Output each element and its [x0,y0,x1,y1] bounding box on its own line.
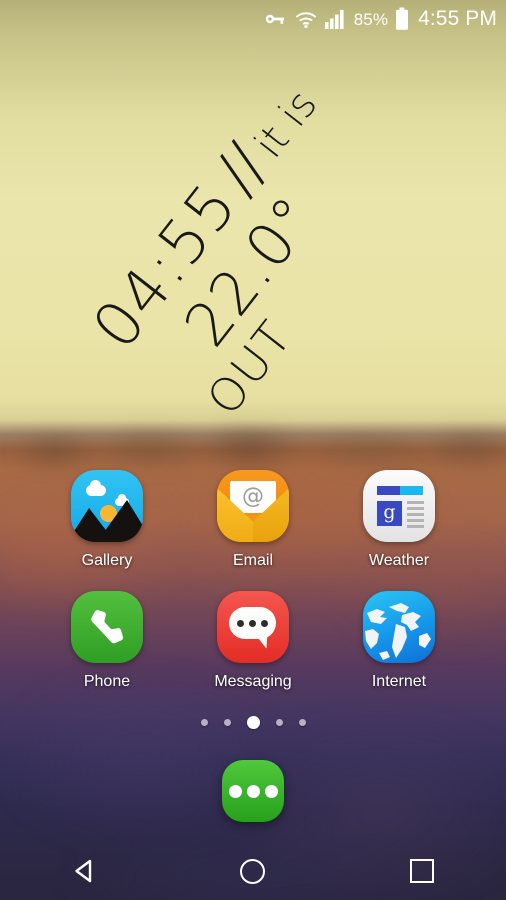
app-label: Phone [83,673,131,690]
app-messaging[interactable]: Messaging [192,591,314,691]
page-dot[interactable] [200,719,208,726]
weather-icon[interactable]: g [363,470,435,542]
page-indicator[interactable] [0,716,506,729]
app-row: Phone Messaging Internet [0,591,506,691]
app-row: Gallery @ Email g Weather [0,470,506,570]
gallery-icon[interactable] [71,470,143,542]
home-button[interactable] [218,842,288,900]
back-button[interactable] [49,842,119,900]
app-label: Internet [371,673,427,690]
wifi-icon [294,8,318,30]
email-icon[interactable]: @ [217,470,289,542]
internet-icon[interactable] [363,591,435,663]
app-label: Email [232,552,273,569]
navigation-bar [0,842,506,900]
status-bar-clock: 4:55 PM [418,7,497,30]
signal-bars-icon [324,9,347,29]
status-bar[interactable]: 85% 4:55 PM [0,0,506,38]
home-circle-icon [240,858,266,884]
app-internet[interactable]: Internet [338,591,460,691]
app-label: Weather [368,552,430,569]
vpn-key-icon [263,7,287,31]
battery-percent-label: 85% [353,10,389,29]
page-dot[interactable] [275,719,283,726]
page-dot[interactable] [223,719,231,726]
app-grid: Gallery @ Email g Weather Phone Messagin… [0,470,506,712]
app-phone[interactable]: Phone [46,591,168,691]
app-weather[interactable]: g Weather [338,470,460,570]
app-gallery[interactable]: Gallery [46,470,168,570]
battery-icon [395,7,409,31]
home-screen: 85% 4:55 PM 04:55 // it is 22.0° OUT Gal… [0,0,506,900]
messaging-icon[interactable] [217,591,289,663]
app-drawer-button[interactable] [222,760,284,822]
app-drawer-icon [222,760,284,822]
recents-button[interactable] [387,842,457,900]
app-email[interactable]: @ Email [192,470,314,570]
app-label: Messaging [214,673,292,690]
recents-square-icon [409,859,434,883]
page-dot-active[interactable] [246,716,260,729]
app-label: Gallery [81,552,133,569]
page-dot[interactable] [298,719,306,726]
phone-icon[interactable] [71,591,143,663]
